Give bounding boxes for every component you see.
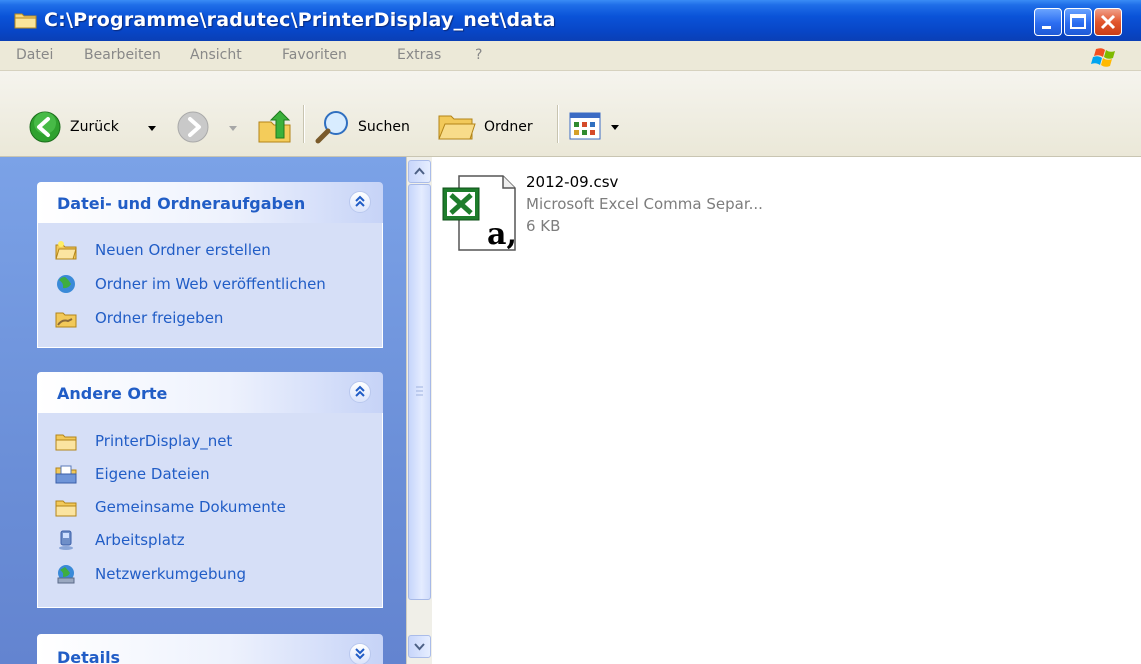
back-button[interactable]: Zurück xyxy=(28,110,158,146)
file-size: 6 KB xyxy=(526,217,561,235)
menu-ansicht[interactable]: Ansicht xyxy=(190,47,242,63)
folders-button[interactable]: Ordner xyxy=(437,108,549,146)
my-documents-icon xyxy=(55,465,77,484)
menu-bearbeiten[interactable]: Bearbeiten xyxy=(84,47,161,63)
new-folder-icon xyxy=(55,241,77,260)
shared-folder-icon xyxy=(55,312,77,328)
search-label: Suchen xyxy=(358,119,410,135)
forward-arrow-icon xyxy=(177,111,209,143)
close-button[interactable] xyxy=(1094,8,1122,36)
title-bar[interactable]: C:\Programme\radutec\PrinterDisplay_net\… xyxy=(0,0,1141,42)
menu-datei[interactable]: Datei xyxy=(16,47,53,63)
back-arrow-icon xyxy=(29,111,61,143)
chevron-down-icon xyxy=(414,643,425,651)
collapse-button[interactable] xyxy=(349,191,371,213)
chevron-up-icon xyxy=(355,195,365,207)
scroll-thumb[interactable] xyxy=(408,184,431,600)
maximize-icon xyxy=(1070,14,1086,29)
file-tasks-panel: Datei- und Ordneraufgaben Neuen Ordner e… xyxy=(37,182,383,348)
menu-bar: Datei Bearbeiten Ansicht Favoriten Extra… xyxy=(0,41,1141,71)
chevron-up-icon xyxy=(355,385,365,397)
excel-csv-icon: a, xyxy=(442,175,517,252)
menu-favoriten[interactable]: Favoriten xyxy=(282,47,347,63)
panel-body: PrinterDisplay_net Eigene Dateien Gemein… xyxy=(37,413,383,608)
expand-button[interactable] xyxy=(349,643,371,664)
computer-icon xyxy=(59,530,73,550)
panel-header[interactable]: Andere Orte xyxy=(37,372,383,413)
scroll-up-button[interactable] xyxy=(408,160,431,183)
task-pane-scrollbar[interactable] xyxy=(406,157,432,664)
svg-text:a,: a, xyxy=(487,217,517,252)
minimize-icon xyxy=(1042,26,1051,29)
chevron-up-icon xyxy=(414,167,425,175)
chevron-down-icon xyxy=(229,126,237,131)
views-button[interactable] xyxy=(568,111,624,145)
panel-title: Details xyxy=(57,648,121,664)
file-type: Microsoft Excel Comma Separ... xyxy=(526,195,763,213)
task-pane: Datei- und Ordneraufgaben Neuen Ordner e… xyxy=(0,157,406,664)
search-button[interactable]: Suchen xyxy=(314,108,426,146)
panel-title: Andere Orte xyxy=(57,384,168,403)
folder-icon xyxy=(55,500,77,517)
file-list: a, 2012-09.csv Microsoft Excel Comma Sep… xyxy=(432,157,1141,664)
file-name: 2012-09.csv xyxy=(526,173,619,191)
windows-logo-icon xyxy=(1091,48,1115,67)
toolbar-separator xyxy=(303,105,305,143)
network-icon xyxy=(57,565,75,584)
views-icon xyxy=(569,112,601,140)
chevron-down-icon xyxy=(355,648,365,660)
file-item[interactable]: a, 2012-09.csv Microsoft Excel Comma Sep… xyxy=(438,171,798,252)
chevron-down-icon xyxy=(611,125,619,130)
folders-label: Ordner xyxy=(484,119,533,135)
panel-title: Datei- und Ordneraufgaben xyxy=(57,194,306,213)
folder-icon xyxy=(14,13,37,29)
explorer-window: C:\Programme\radutec\PrinterDisplay_net\… xyxy=(0,0,1141,664)
up-folder-icon xyxy=(258,110,291,143)
window-title: C:\Programme\radutec\PrinterDisplay_net\… xyxy=(44,9,556,31)
maximize-button[interactable] xyxy=(1064,8,1092,36)
folder-icon xyxy=(55,434,77,451)
panel-body: Neuen Ordner erstellen Ordner im Web ver… xyxy=(37,223,383,348)
menu-help[interactable]: ? xyxy=(475,47,482,63)
globe-icon xyxy=(57,275,75,293)
close-icon xyxy=(1100,14,1116,30)
folder-icon xyxy=(438,115,476,140)
panel-header[interactable]: Details xyxy=(37,634,383,664)
menu-extras[interactable]: Extras xyxy=(397,47,441,63)
collapse-button[interactable] xyxy=(349,381,371,403)
scroll-down-button[interactable] xyxy=(408,635,431,658)
details-panel: Details xyxy=(37,634,383,664)
forward-button[interactable] xyxy=(176,110,237,146)
panel-header[interactable]: Datei- und Ordneraufgaben xyxy=(37,182,383,223)
other-places-panel: Andere Orte PrinterDisplay_net Eigene Da… xyxy=(37,372,383,608)
chevron-down-icon[interactable] xyxy=(147,125,157,133)
up-folder-button[interactable] xyxy=(256,108,294,146)
grip-icon xyxy=(416,386,423,396)
minimize-button[interactable] xyxy=(1034,8,1062,36)
search-icon xyxy=(315,111,348,144)
back-label: Zurück xyxy=(70,119,119,135)
toolbar-separator xyxy=(557,105,559,143)
